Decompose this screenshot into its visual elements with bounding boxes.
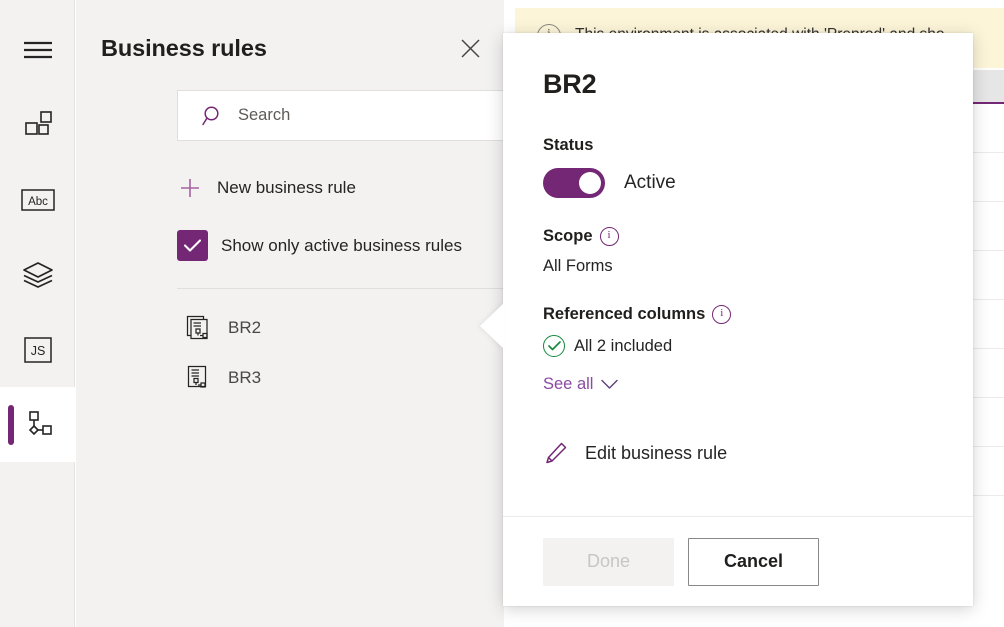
scope-section: Scope i All Forms [543, 227, 933, 276]
see-all-button[interactable]: See all [543, 375, 618, 394]
status-toggle[interactable] [543, 168, 605, 198]
referenced-columns-label-row: Referenced columns i [543, 305, 933, 324]
selection-accent-bar [8, 405, 14, 445]
business-rules-icon [23, 410, 53, 440]
search-input[interactable] [238, 106, 538, 125]
new-business-rule-button[interactable]: New business rule [177, 172, 356, 204]
see-all-label: See all [543, 375, 593, 394]
business-rule-details-flyout: BR2 Status Active Scope i All Forms [503, 33, 973, 606]
layers-icon[interactable] [0, 237, 75, 312]
close-icon[interactable] [454, 32, 486, 64]
abc-text-icon[interactable]: Abc [0, 162, 75, 237]
left-icon-rail: Abc JS [0, 0, 75, 627]
toggle-knob [579, 172, 601, 194]
show-only-active-label: Show only active business rules [221, 236, 462, 256]
panel-header: Business rules [101, 32, 486, 64]
svg-text:JS: JS [30, 344, 45, 358]
pencil-icon [543, 440, 569, 466]
sidebar-item-business-rules[interactable] [0, 387, 75, 462]
plus-icon [177, 175, 203, 201]
info-icon[interactable]: i [712, 305, 731, 324]
cancel-button[interactable]: Cancel [688, 538, 819, 586]
flyout-footer: Done Cancel [503, 516, 973, 606]
app-root: i This environment is associated with 'P… [0, 0, 1004, 627]
status-toggle-row: Active [543, 168, 933, 198]
page-title: Business rules [101, 35, 267, 62]
referenced-columns-label: Referenced columns [543, 305, 705, 324]
referenced-columns-section: Referenced columns i All 2 included See … [543, 305, 933, 394]
flyout-beak [480, 303, 504, 349]
apps-icon[interactable] [0, 87, 75, 162]
js-script-icon[interactable]: JS [0, 312, 75, 387]
business-rule-icon [185, 314, 213, 342]
flyout-body: BR2 Status Active Scope i All Forms [503, 33, 973, 516]
done-button[interactable]: Done [543, 538, 674, 586]
edit-business-rule-button[interactable]: Edit business rule [543, 440, 933, 466]
chevron-down-icon [601, 379, 618, 390]
search-icon [200, 103, 226, 129]
included-label: All 2 included [574, 337, 672, 356]
success-check-icon [543, 335, 565, 357]
info-icon[interactable]: i [600, 227, 619, 246]
status-value: Active [624, 172, 676, 194]
checkmark-icon [183, 238, 202, 253]
checkbox-checked[interactable] [177, 230, 208, 261]
scope-value: All Forms [543, 257, 933, 276]
hamburger-menu-icon[interactable] [0, 12, 75, 87]
list-item-label: BR3 [228, 368, 261, 388]
business-rule-icon [185, 364, 213, 392]
business-rules-panel: Business rules [76, 0, 504, 627]
status-label: Status [543, 136, 933, 155]
svg-text:Abc: Abc [28, 196, 48, 208]
new-business-rule-label: New business rule [217, 178, 356, 198]
list-item-label: BR2 [228, 318, 261, 338]
included-status: All 2 included [543, 335, 933, 357]
status-section: Status Active [543, 136, 933, 198]
edit-business-rule-label: Edit business rule [585, 443, 727, 464]
scope-label-row: Scope i [543, 227, 933, 246]
flyout-title: BR2 [543, 69, 933, 100]
scope-label: Scope [543, 227, 593, 246]
show-only-active-checkbox[interactable]: Show only active business rules [177, 230, 462, 261]
